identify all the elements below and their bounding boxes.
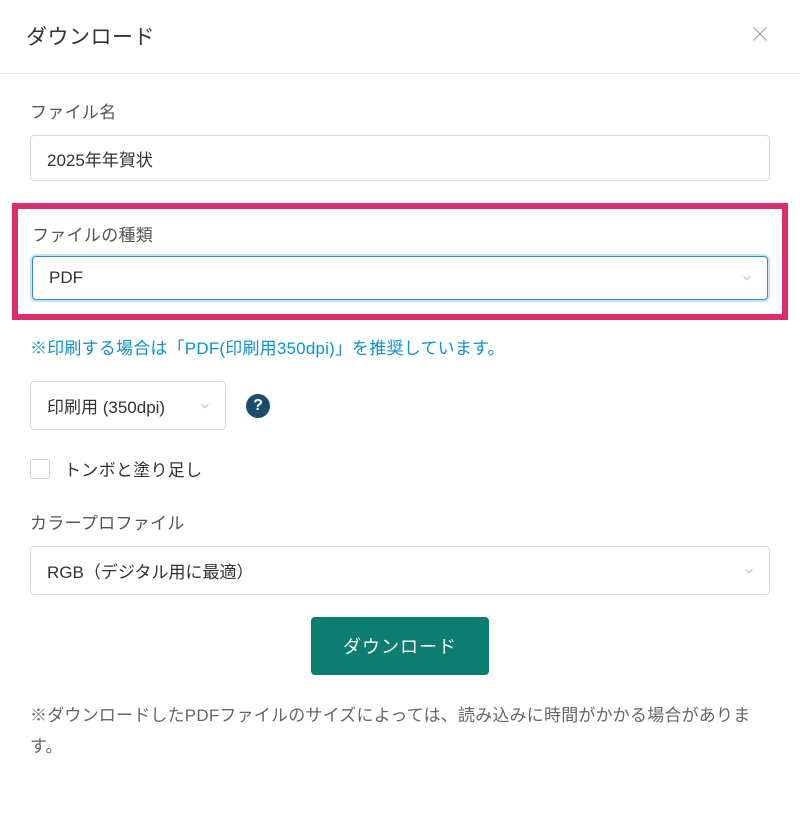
color-profile-select-wrap: RGB（デジタル用に最適） <box>30 546 770 595</box>
help-icon[interactable]: ? <box>246 394 270 418</box>
modal-title: ダウンロード <box>26 21 155 51</box>
dpi-value: 印刷用 (350dpi) <box>47 398 165 417</box>
filename-field-group: ファイル名 <box>30 98 770 181</box>
modal-header: ダウンロード <box>0 0 800 74</box>
filetype-highlight-box: ファイルの種類 PDF <box>12 203 788 320</box>
filename-input[interactable] <box>30 135 770 181</box>
close-button[interactable] <box>746 20 774 51</box>
filetype-select-wrap: PDF <box>32 256 768 300</box>
color-profile-field-group: カラープロファイル RGB（デジタル用に最適） <box>30 509 770 595</box>
dpi-select[interactable]: 印刷用 (350dpi) <box>30 381 226 430</box>
color-profile-label: カラープロファイル <box>30 509 770 534</box>
trim-marks-row: トンボと塗り足し <box>30 456 770 481</box>
dpi-row: 印刷用 (350dpi) ? <box>30 381 770 430</box>
filetype-value: PDF <box>49 268 83 287</box>
filename-label: ファイル名 <box>30 98 770 123</box>
trim-marks-label: トンボと塗り足し <box>64 456 202 481</box>
download-button[interactable]: ダウンロード <box>311 617 489 675</box>
modal-body: ファイル名 ファイルの種類 PDF ※印刷する場合は「PDF(印刷用350dpi… <box>0 74 800 790</box>
color-profile-value: RGB（デジタル用に最適） <box>47 563 254 582</box>
color-profile-select[interactable]: RGB（デジタル用に最適） <box>30 546 770 595</box>
dpi-select-wrap: 印刷用 (350dpi) <box>30 381 226 430</box>
trim-marks-checkbox[interactable] <box>30 459 50 479</box>
recommend-text: ※印刷する場合は「PDF(印刷用350dpi)」を推奨しています。 <box>30 334 770 359</box>
footer-note: ※ダウンロードしたPDFファイルのサイズによっては、読み込みに時間がかかる場合が… <box>30 701 770 762</box>
filetype-label: ファイルの種類 <box>32 221 768 246</box>
filetype-select[interactable]: PDF <box>32 256 768 300</box>
close-icon <box>750 24 770 44</box>
